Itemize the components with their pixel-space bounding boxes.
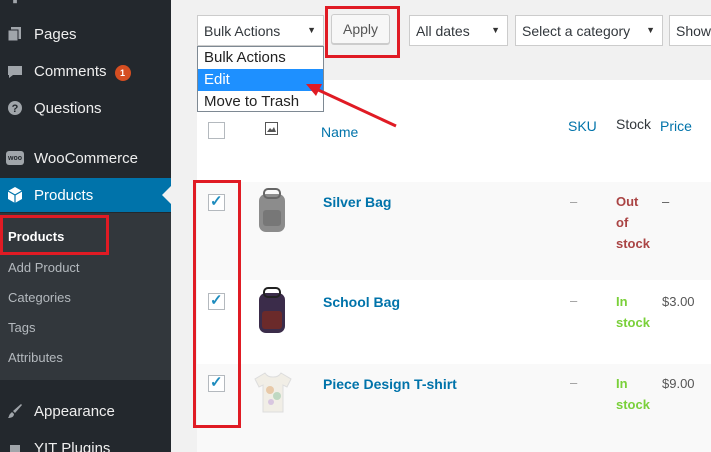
chevron-down-icon: ▼ [646,25,655,35]
active-indicator [162,186,171,204]
product-thumbnail-silver-bag [255,188,289,239]
stock-status: In stock [616,376,650,412]
sidebar-item-yit-plugins[interactable]: YIT Plugins [0,431,171,452]
sidebar-item-comments[interactable]: Comments 1 [0,55,171,89]
column-header-stock: Stock [616,116,652,132]
sidebar-item-label: YIT Plugins [34,439,111,452]
product-name-link[interactable]: Piece Design T-shirt [323,376,457,392]
select-all-checkbox[interactable] [208,122,225,139]
product-thumbnail-t-shirt [253,370,293,419]
sidebar-item-label: Comments [34,63,107,81]
column-header-sku[interactable]: SKU [568,118,597,134]
question-icon: ? [6,99,24,117]
sidebar-item-label: WooCommerce [34,149,138,167]
product-name-link[interactable]: School Bag [323,294,400,310]
sidebar-item-dashboard[interactable]: ▪ [0,0,171,18]
sidebar-item-label: Appearance [34,402,115,420]
comments-icon [6,63,24,81]
products-table: Name SKU Stock Price ✓ Silver Bag – Out … [197,80,711,452]
dropdown-option-bulk-actions[interactable]: Bulk Actions [198,47,323,69]
product-type-filter-value: Show [676,22,711,39]
plugin-icon [6,439,24,452]
products-box-icon [6,186,24,204]
sidebar-item-label: Pages [34,25,77,43]
product-name-link[interactable]: Silver Bag [323,194,391,210]
highlight-box-checkboxes [193,180,241,428]
highlight-box-products-submenu [0,215,109,255]
submenu-item-tags[interactable]: Tags [8,320,35,335]
annotation-arrow-icon [306,84,397,128]
price-value: – [662,194,670,209]
stock-status: In stock [616,294,650,330]
submenu-item-add-product[interactable]: Add Product [8,260,80,275]
sku-value: – [570,293,578,308]
comments-count-badge: 1 [114,64,131,81]
sku-value: – [570,194,578,209]
price-value: $3.00 [662,294,695,309]
woocommerce-icon: woo [6,151,24,165]
sidebar-item-woocommerce[interactable]: woo WooCommerce [0,141,171,175]
bulk-actions-select[interactable]: Bulk Actions ▼ [197,15,324,46]
highlight-box-apply [325,6,400,58]
price-value: $9.00 [662,376,695,391]
category-filter-value: Select a category [522,22,631,39]
submenu-item-attributes[interactable]: Attributes [8,350,63,365]
pages-icon [6,25,24,43]
svg-text:?: ? [12,103,19,115]
stock-status: Out of stock [616,194,650,251]
sidebar-item-label: Questions [34,99,102,117]
sidebar-item-products[interactable]: Products [0,178,171,212]
sidebar-item-questions[interactable]: ? Questions [0,91,171,125]
submenu-item-categories[interactable]: Categories [8,290,71,305]
bulk-actions-value: Bulk Actions [204,22,281,39]
image-column-icon [265,122,278,140]
column-header-price[interactable]: Price [660,118,692,134]
sidebar-item-appearance[interactable]: Appearance [0,394,171,428]
chevron-down-icon: ▼ [491,25,500,35]
date-filter-value: All dates [416,22,470,39]
paintbrush-icon [6,402,24,420]
sidebar-item-label: Products [34,186,94,204]
sku-value: – [570,375,578,390]
product-thumbnail-school-bag [255,287,289,340]
chevron-down-icon: ▼ [307,25,316,35]
product-type-filter-select[interactable]: Show [669,15,711,46]
sidebar-item-pages[interactable]: Pages [0,17,171,51]
category-filter-select[interactable]: Select a category ▼ [515,15,663,46]
date-filter-select[interactable]: All dates ▼ [409,15,508,46]
dashboard-icon: ▪ [12,0,18,10]
